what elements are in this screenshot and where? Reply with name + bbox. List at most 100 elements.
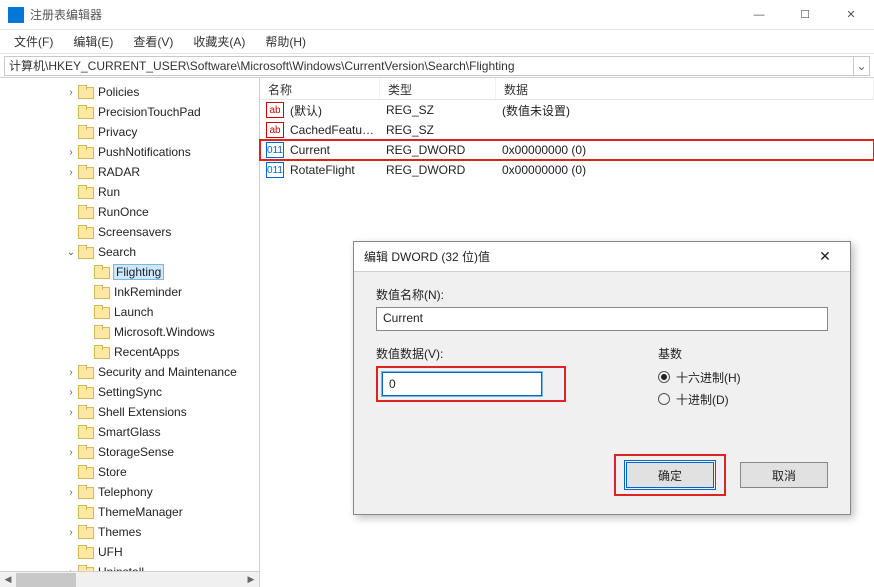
list-row[interactable]: 011RotateFlightREG_DWORD0x00000000 (0) xyxy=(260,160,874,180)
tree-node-label: ThemeManager xyxy=(98,505,183,519)
tree-node[interactable]: ›Themes xyxy=(0,522,259,542)
tree-horizontal-scrollbar[interactable]: ◀ ▶ xyxy=(0,571,259,587)
base-label: 基数 xyxy=(658,345,828,362)
cell-type: REG_DWORD xyxy=(382,143,498,157)
tree-node[interactable]: RunOnce xyxy=(0,202,259,222)
tree-node[interactable]: PrecisionTouchPad xyxy=(0,102,259,122)
expand-icon[interactable]: › xyxy=(64,447,78,458)
tree-node[interactable]: ›Security and Maintenance xyxy=(0,362,259,382)
address-dropdown-icon[interactable]: ⌄ xyxy=(854,56,870,76)
cell-name: Current xyxy=(286,143,382,157)
expand-icon[interactable]: › xyxy=(64,527,78,538)
tree-node[interactable]: › StorageSense xyxy=(0,442,259,462)
app-icon xyxy=(8,7,24,23)
cell-data: (数值未设置) xyxy=(498,102,874,119)
tree-node[interactable]: Flighting xyxy=(0,262,259,282)
expand-icon[interactable]: ⌄ xyxy=(64,247,78,258)
folder-icon xyxy=(78,465,94,479)
scroll-thumb[interactable] xyxy=(16,573,76,587)
tree-node[interactable]: Screensavers xyxy=(0,222,259,242)
folder-icon xyxy=(78,225,94,239)
value-name-field[interactable]: Current xyxy=(376,307,828,331)
tree-node[interactable]: ⌄Search xyxy=(0,242,259,262)
tree-node-label: Telephony xyxy=(98,485,153,499)
string-value-icon: ab xyxy=(266,122,284,138)
expand-icon[interactable]: › xyxy=(64,387,78,398)
tree-node-label: Policies xyxy=(98,85,139,99)
radio-dec[interactable]: 十进制(D) xyxy=(658,388,828,410)
folder-icon xyxy=(78,165,94,179)
cell-name: CachedFeature... xyxy=(286,123,382,137)
address-path[interactable]: 计算机\HKEY_CURRENT_USER\Software\Microsoft… xyxy=(4,56,854,76)
tree-node[interactable]: ThemeManager xyxy=(0,502,259,522)
expand-icon[interactable]: › xyxy=(64,147,78,158)
cancel-button[interactable]: 取消 xyxy=(740,462,828,488)
tree-node[interactable]: Store xyxy=(0,462,259,482)
expand-icon[interactable]: › xyxy=(64,487,78,498)
folder-icon xyxy=(94,305,110,319)
maximize-button[interactable]: ☐ xyxy=(782,0,828,30)
menu-help[interactable]: 帮助(H) xyxy=(255,29,316,54)
tree-node[interactable]: Run xyxy=(0,182,259,202)
list-row[interactable]: ab(默认)REG_SZ(数值未设置) xyxy=(260,100,874,120)
title-bar: 注册表编辑器 — ☐ ✕ xyxy=(0,0,874,30)
folder-icon xyxy=(94,285,110,299)
tree-list[interactable]: › Policies PrecisionTouchPadPrivacy›PushNo… xyxy=(0,78,259,587)
tree-node[interactable]: Launch xyxy=(0,302,259,322)
dialog-title-bar[interactable]: 编辑 DWORD (32 位)值 ✕ xyxy=(354,242,850,272)
tree-node[interactable]: ›RADAR xyxy=(0,162,259,182)
tree-node-label: Run xyxy=(98,185,120,199)
tree-node[interactable]: SmartGlass xyxy=(0,422,259,442)
list-body: ab(默认)REG_SZ(数值未设置)abCachedFeature...REG… xyxy=(260,100,874,180)
list-row[interactable]: abCachedFeature...REG_SZ xyxy=(260,120,874,140)
menu-bar: 文件(F) 编辑(E) 查看(V) 收藏夹(A) 帮助(H) xyxy=(0,30,874,54)
col-data[interactable]: 数据 xyxy=(496,78,874,99)
menu-favorites[interactable]: 收藏夹(A) xyxy=(183,29,255,54)
cell-name: (默认) xyxy=(286,102,382,119)
tree-node[interactable]: ›Shell Extensions xyxy=(0,402,259,422)
expand-icon[interactable]: › xyxy=(64,167,78,178)
cell-name: RotateFlight xyxy=(286,163,382,177)
folder-icon xyxy=(78,405,94,419)
folder-icon xyxy=(78,545,94,559)
tree-node[interactable]: ›PushNotifications xyxy=(0,142,259,162)
dialog-close-icon[interactable]: ✕ xyxy=(810,248,840,265)
folder-icon xyxy=(94,345,110,359)
menu-file[interactable]: 文件(F) xyxy=(4,29,63,54)
folder-icon xyxy=(78,525,94,539)
value-data-field[interactable] xyxy=(382,372,542,396)
scroll-left-icon[interactable]: ◀ xyxy=(0,572,16,587)
col-name[interactable]: 名称 xyxy=(260,78,380,99)
menu-edit[interactable]: 编辑(E) xyxy=(63,29,123,54)
expand-icon[interactable]: › xyxy=(64,367,78,378)
string-value-icon: ab xyxy=(266,102,284,118)
list-row[interactable]: 011CurrentREG_DWORD0x00000000 (0) xyxy=(260,140,874,160)
tree-node[interactable]: Privacy xyxy=(0,122,259,142)
radio-hex-label: 十六进制(H) xyxy=(676,369,741,386)
minimize-button[interactable]: — xyxy=(736,0,782,30)
tree-node[interactable]: InkReminder xyxy=(0,282,259,302)
scroll-right-icon[interactable]: ▶ xyxy=(243,572,259,587)
tree-node[interactable]: RecentApps xyxy=(0,342,259,362)
tree-node[interactable]: › Policies xyxy=(0,82,259,102)
folder-icon xyxy=(78,245,94,259)
col-type[interactable]: 类型 xyxy=(380,78,496,99)
folder-icon xyxy=(78,125,94,139)
tree-node[interactable]: Microsoft.Windows xyxy=(0,322,259,342)
expand-icon[interactable]: › xyxy=(64,87,78,98)
folder-icon xyxy=(94,265,110,279)
tree-node[interactable]: UFH xyxy=(0,542,259,562)
menu-view[interactable]: 查看(V) xyxy=(123,29,183,54)
folder-icon xyxy=(78,205,94,219)
tree-node-label: StorageSense xyxy=(98,445,174,459)
folder-icon xyxy=(78,85,94,99)
tree-node[interactable]: › Telephony xyxy=(0,482,259,502)
ok-button[interactable]: 确定 xyxy=(626,462,714,488)
folder-icon xyxy=(78,505,94,519)
folder-icon xyxy=(78,385,94,399)
tree-node[interactable]: ›SettingSync xyxy=(0,382,259,402)
radio-hex[interactable]: 十六进制(H) xyxy=(658,366,828,388)
close-button[interactable]: ✕ xyxy=(828,0,874,30)
expand-icon[interactable]: › xyxy=(64,407,78,418)
tree-node-label: Screensavers xyxy=(98,225,171,239)
